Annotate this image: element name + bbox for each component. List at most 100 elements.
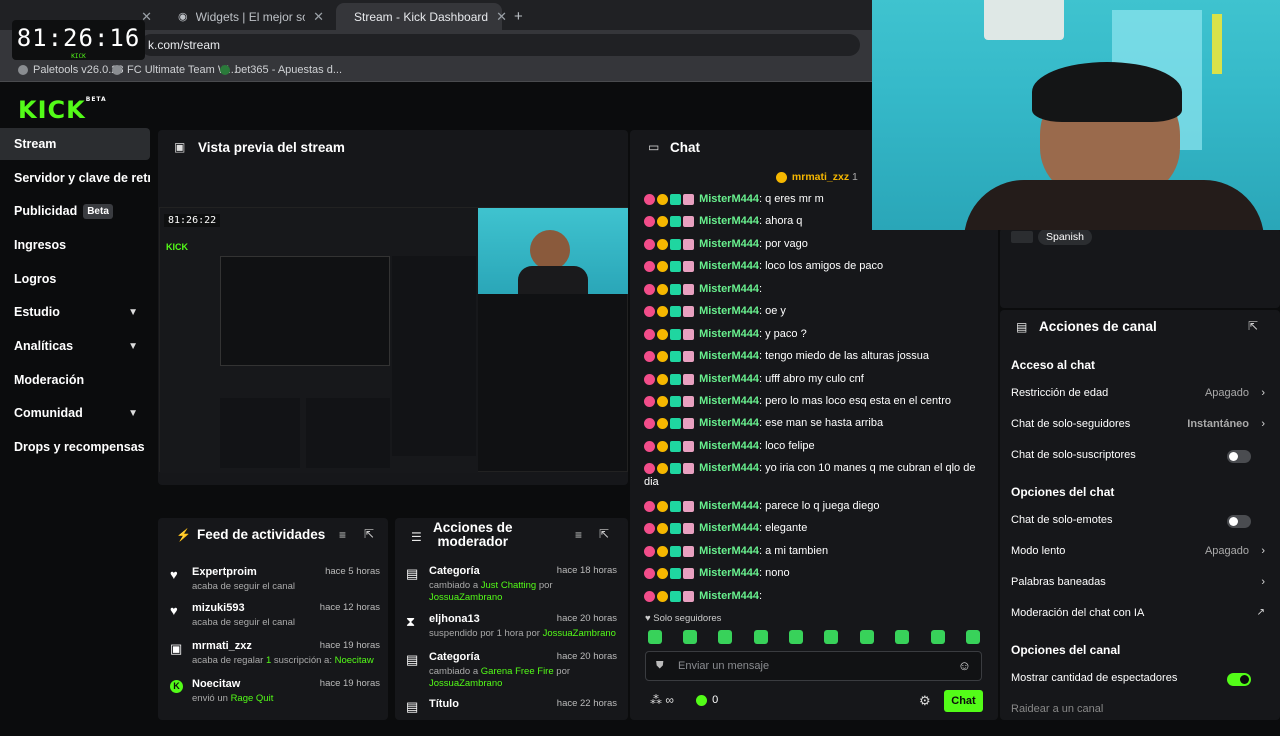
section-title: Acceso al chat: [1011, 358, 1096, 372]
modact-item-time: hace 20 horas: [556, 613, 617, 624]
emote-icon[interactable]: [683, 630, 697, 644]
gift-badge-icon: [683, 462, 694, 474]
chat-input[interactable]: ⛊ Enviar un mensaje ☺: [645, 651, 982, 681]
desc-text: acaba de regalar: [192, 655, 266, 666]
chat-username[interactable]: MisterM444: [699, 395, 759, 407]
emoji-icon[interactable]: ☺: [958, 658, 971, 673]
chat-text: parece lo q juega diego: [762, 500, 880, 512]
sidebar-item-income[interactable]: Ingresos: [0, 229, 150, 261]
gift-badge-icon: [683, 260, 694, 272]
banned-words-row[interactable]: Palabras baneadas ›: [1011, 576, 1265, 592]
gift-badge-icon: [683, 215, 694, 227]
users-icon[interactable]: ⁂ ∞: [650, 693, 674, 707]
stream-preview-video[interactable]: 81:26:22 KICK: [159, 207, 628, 473]
emote-icon[interactable]: [966, 630, 980, 644]
sidebar-item-ads[interactable]: Publicidad Beta: [0, 195, 150, 227]
sidebar-item-analytics[interactable]: Analíticas ▼: [0, 330, 150, 362]
chat-message: MisterM444: ufff abro my culo cnf: [644, 372, 984, 386]
sidebar-item-stream[interactable]: Stream: [0, 128, 150, 160]
emotes-only-toggle[interactable]: [1227, 515, 1251, 528]
chat-username[interactable]: MisterM444: [699, 567, 759, 579]
sidebar-item-drops[interactable]: Drops y recompensas: [0, 431, 150, 463]
browser-tab-active[interactable]: Stream - Kick Dashboard ✕: [336, 3, 507, 30]
popout-icon[interactable]: ⇱: [1248, 319, 1258, 333]
subs-only-row: Chat de solo-suscriptores: [1011, 449, 1265, 465]
subs-only-toggle[interactable]: [1227, 450, 1251, 463]
browser-tab[interactable]: ◉ Widgets | El mejor software pa ✕: [168, 3, 334, 30]
sidebar-item-server[interactable]: Servidor y clave de retran: [0, 162, 150, 194]
chevron-down-icon: ▼: [128, 306, 138, 318]
kick-logo[interactable]: KICKBETA: [18, 96, 107, 124]
show-viewers-toggle[interactable]: [1227, 673, 1251, 686]
chat-username[interactable]: MisterM444: [699, 215, 759, 227]
chat-username[interactable]: MisterM444: [699, 500, 759, 512]
sidebar-item-moderation[interactable]: Moderación: [0, 364, 150, 396]
emote-icon[interactable]: [824, 630, 838, 644]
moderator-badge-icon: [670, 193, 681, 205]
panel-title: Acciones de canal: [1039, 319, 1157, 334]
moderator-badge-icon: [670, 283, 681, 295]
chat-username[interactable]: MisterM444: [699, 545, 759, 557]
emote-icon[interactable]: [860, 630, 874, 644]
emote-icon[interactable]: [648, 630, 662, 644]
bookmark-item[interactable]: bet365 - Apuestas d...: [220, 64, 342, 76]
gear-icon[interactable]: ⚙: [919, 693, 931, 709]
sidebar-item-community[interactable]: Comunidad ▼: [0, 397, 150, 429]
preview-chat-capture: [392, 256, 476, 456]
chat-message: MisterM444: loco felipe: [644, 439, 984, 453]
emote-icon[interactable]: [931, 630, 945, 644]
age-restriction-row[interactable]: Restricción de edad Apagado ›: [1011, 387, 1265, 403]
desc-text: envió un: [192, 693, 231, 704]
chat-username[interactable]: MisterM444: [699, 193, 759, 205]
chat-username[interactable]: MisterM444: [699, 328, 759, 340]
badge-group: [644, 304, 696, 318]
sidebar-item-label: Logros: [14, 272, 57, 286]
raid-row[interactable]: Raidear a un canal: [1011, 703, 1265, 719]
feed-item-name: Noecitaw: [192, 678, 241, 690]
pinned-gift-banner[interactable]: mrmati_zxz 1: [776, 171, 858, 183]
url-input[interactable]: k.com/stream: [140, 34, 860, 56]
emote-icon[interactable]: [895, 630, 909, 644]
chat-username[interactable]: MisterM444: [699, 440, 759, 452]
chat-username[interactable]: MisterM444: [699, 238, 759, 250]
emote-icon[interactable]: [789, 630, 803, 644]
emote-icon[interactable]: [718, 630, 732, 644]
ai-moderation-row[interactable]: Moderación del chat con IA ↗: [1011, 607, 1265, 623]
preview-person-body: [518, 266, 588, 294]
close-icon[interactable]: ✕: [313, 9, 324, 25]
bookmark-item[interactable]: FC Ultimate Team W...: [112, 64, 237, 76]
chat-username[interactable]: MisterM444: [699, 373, 759, 385]
followers-only-row[interactable]: Chat de solo-seguidores Instantáneo ›: [1011, 418, 1265, 434]
new-tab-button[interactable]: +: [504, 3, 528, 30]
chat-username[interactable]: MisterM444: [699, 590, 759, 602]
popout-icon[interactable]: ⇱: [599, 527, 609, 541]
modact-item-name: eljhona13: [429, 613, 480, 625]
filter-icon[interactable]: ≡: [339, 528, 346, 542]
send-chat-button[interactable]: Chat: [944, 690, 983, 712]
chat-username[interactable]: MisterM444: [699, 417, 759, 429]
chat-username[interactable]: MisterM444: [699, 283, 759, 295]
emote-icon[interactable]: [754, 630, 768, 644]
chat-username[interactable]: MisterM444: [699, 350, 759, 362]
bookmark-item[interactable]: Paletools v26.0.28: [18, 64, 124, 76]
sidebar-item-studio[interactable]: Estudio ▼: [0, 296, 150, 328]
sidebar-item-label: Publicidad: [14, 204, 78, 218]
sidebar-item-achievements[interactable]: Logros: [0, 263, 150, 295]
desc-user[interactable]: Noecitaw: [335, 655, 374, 666]
row-value: Apagado: [1204, 387, 1249, 399]
feed-item-name: Expertproim: [192, 566, 257, 578]
feed-item-time: hace 5 horas: [325, 566, 380, 577]
chat-username[interactable]: MisterM444: [699, 305, 759, 317]
chat-username[interactable]: MisterM444: [699, 522, 759, 534]
modact-item: ⧗ eljhona13 hace 20 horas suspendido por…: [395, 613, 628, 651]
sidebar-item-label: Estudio: [14, 305, 60, 319]
popout-icon[interactable]: ⇱: [364, 527, 374, 541]
filter-icon[interactable]: ≡: [575, 528, 582, 542]
slow-mode-row[interactable]: Modo lento Apagado ›: [1011, 545, 1265, 561]
channel-points[interactable]: 0: [696, 694, 718, 706]
chat-username[interactable]: MisterM444: [699, 260, 759, 272]
chat-username[interactable]: MisterM444: [699, 462, 759, 474]
hourglass-icon: ⧗: [406, 614, 416, 629]
moderator-badge-icon: [670, 522, 681, 534]
moderator-badge-icon: [670, 395, 681, 407]
